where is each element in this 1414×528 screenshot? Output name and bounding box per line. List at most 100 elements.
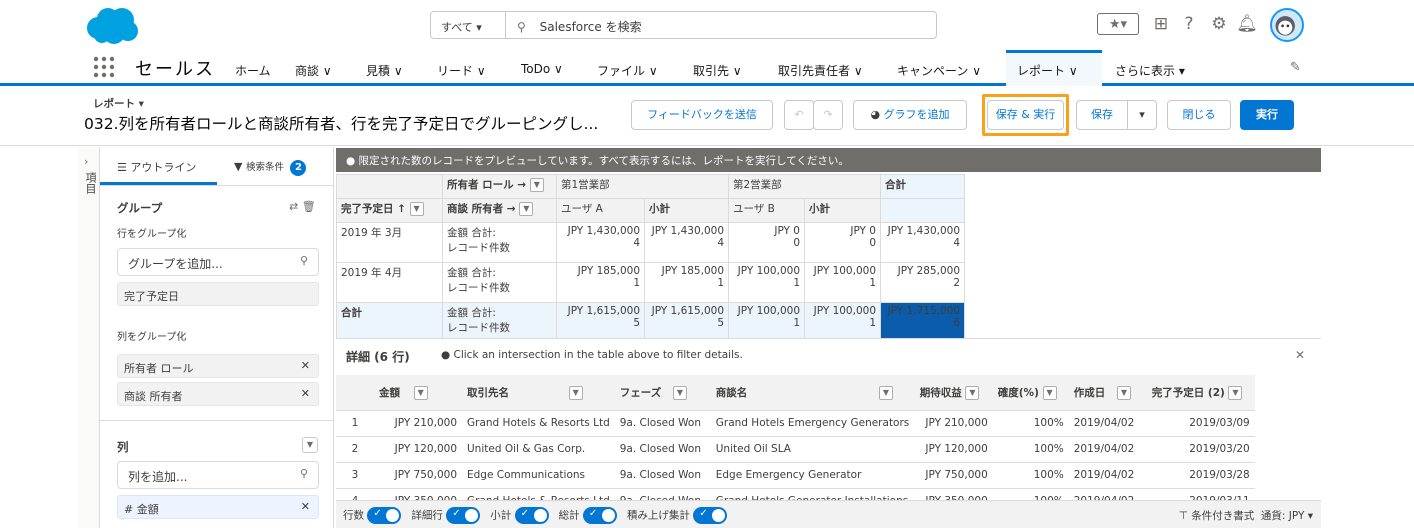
table-row[interactable]: 2019 年 3月 金額 合計: レコード件数 JPY 1,430,000 4 JP… bbox=[336, 222, 965, 263]
undo-button[interactable]: ↶ bbox=[784, 100, 814, 130]
cell[interactable]: JPY 285,000 2 bbox=[880, 262, 965, 303]
favorites-star-icon[interactable]: ★▾ bbox=[1097, 13, 1139, 35]
currency-select[interactable]: 通貨: JPY ▾ bbox=[1261, 510, 1313, 522]
selected-cell[interactable]: JPY 1,715,000 6 bbox=[880, 302, 965, 343]
chevron-down-icon[interactable]: ▼ bbox=[878, 385, 893, 400]
col-header-created[interactable]: 作成日 ▼ bbox=[1068, 375, 1147, 411]
tab-outline[interactable]: ☰ アウトライン bbox=[117, 159, 196, 175]
close-icon[interactable]: ✕ bbox=[301, 359, 310, 372]
nav-item-files[interactable]: ファイル ∨ bbox=[597, 62, 658, 79]
save-button[interactable]: 保存 bbox=[1076, 100, 1128, 130]
cell[interactable]: JPY 100,000 1 bbox=[728, 302, 805, 343]
nav-item-more[interactable]: さらに表示 ▾ bbox=[1115, 62, 1185, 79]
chevron-down-icon[interactable]: ▼ bbox=[1116, 385, 1131, 400]
nav-item-todo[interactable]: ToDo ∨ bbox=[521, 62, 563, 76]
fields-rail[interactable]: › 項目 bbox=[78, 147, 100, 528]
send-feedback-button[interactable]: フィードバックを送信 bbox=[631, 100, 773, 130]
col-header-account[interactable]: 取引先名 ▼ bbox=[462, 375, 615, 411]
table-row[interactable]: 3 JPY 750,000 Edge Communications 9a. Cl… bbox=[336, 462, 1255, 489]
user-avatar[interactable] bbox=[1270, 8, 1304, 42]
run-button[interactable]: 実行 bbox=[1240, 100, 1294, 130]
col-header-probability[interactable]: 確度(%) ▼ bbox=[992, 375, 1069, 411]
global-search-input[interactable]: ⚲ Salesforce を検索 bbox=[505, 11, 937, 39]
add-group-input[interactable]: グループを追加... ⚲ bbox=[117, 248, 319, 276]
setup-gear-icon[interactable]: ⚙ bbox=[1208, 13, 1230, 35]
cell-opportunity[interactable]: Grand Hotels Emergency Generators bbox=[710, 410, 915, 437]
help-icon[interactable]: ? bbox=[1178, 13, 1200, 35]
col-group-pill-role[interactable]: 所有者 ロール ✕ bbox=[117, 354, 319, 378]
chevron-down-icon[interactable]: ▼ bbox=[519, 202, 534, 216]
cell[interactable]: JPY 185,000 1 bbox=[644, 262, 729, 303]
cell-account[interactable]: United Oil & Gas Corp. bbox=[462, 436, 615, 463]
column-pill-amount[interactable]: # 金額 ✕ bbox=[117, 495, 319, 519]
nav-item-accounts[interactable]: 取引先 ∨ bbox=[693, 62, 742, 79]
stacked-toggle[interactable]: ✓ bbox=[693, 507, 728, 524]
col-group-pill-owner[interactable]: 商談 所有者 ✕ bbox=[117, 382, 319, 406]
nav-item-reports[interactable]: レポート ∨ bbox=[1017, 62, 1078, 79]
nav-item-campaigns[interactable]: キャンペーン ∨ bbox=[897, 62, 981, 79]
add-column-input[interactable]: 列を追加... ⚲ bbox=[117, 461, 319, 489]
chevron-down-icon[interactable]: ▼ bbox=[1228, 385, 1243, 400]
grand-total-toggle[interactable]: ✓ bbox=[582, 507, 617, 524]
cell[interactable]: JPY 100,000 1 bbox=[728, 262, 805, 303]
chevron-down-icon[interactable]: ▼ bbox=[529, 178, 544, 192]
chevron-down-icon[interactable]: ▼ bbox=[965, 385, 980, 400]
subtotal-toggle[interactable]: ✓ bbox=[514, 507, 549, 524]
detail-rows-toggle[interactable]: ✓ bbox=[446, 507, 481, 524]
cell[interactable]: JPY 185,000 1 bbox=[556, 262, 645, 303]
chevron-down-icon[interactable]: ▼ bbox=[413, 385, 428, 400]
cell-opportunity[interactable]: United Oil SLA bbox=[710, 436, 915, 463]
col-header-expected[interactable]: 期待収益 ▼ bbox=[914, 375, 993, 411]
cell[interactable]: JPY 100,000 1 bbox=[804, 262, 881, 303]
col-header-amount[interactable]: 金額 ▼ bbox=[374, 375, 462, 411]
conditional-format-link[interactable]: ⊤ 条件付き書式 bbox=[1179, 510, 1255, 522]
role-header[interactable]: 所有者 ロール → ▼ bbox=[442, 174, 557, 199]
row-count-toggle[interactable]: ✓ bbox=[367, 507, 402, 524]
tab-filters[interactable]: ▼ 検索条件 2 bbox=[234, 159, 307, 176]
close-button[interactable]: 閉じる bbox=[1167, 100, 1231, 130]
cell[interactable]: JPY 1,430,000 4 bbox=[556, 222, 645, 263]
nav-item-home[interactable]: ホーム bbox=[235, 62, 271, 79]
col-header-opportunity[interactable]: 商談名 ▼ bbox=[710, 375, 915, 411]
search-scope-select[interactable]: すべて ▾ bbox=[430, 11, 506, 39]
report-type-label[interactable]: レポート ▾ bbox=[93, 96, 144, 111]
add-plus-icon[interactable]: ⊞ bbox=[1150, 13, 1172, 35]
nav-item-quotes[interactable]: 見積 ∨ bbox=[366, 62, 403, 79]
notifications-bell-icon[interactable]: 🔔︎ bbox=[1236, 13, 1258, 35]
app-launcher-icon[interactable] bbox=[93, 56, 115, 78]
chevron-down-icon[interactable]: ▼ bbox=[672, 385, 687, 400]
owner-header[interactable]: 商談 所有者 → ▼ bbox=[442, 198, 557, 223]
table-row[interactable]: 2 JPY 120,000 United Oil & Gas Corp. 9a.… bbox=[336, 436, 1255, 463]
chevron-down-icon[interactable]: ▼ bbox=[409, 202, 424, 216]
cell-account[interactable]: Edge Communications bbox=[462, 462, 615, 489]
cell[interactable]: JPY 100,000 1 bbox=[804, 302, 881, 343]
cell[interactable]: JPY 1,615,000 5 bbox=[644, 302, 729, 343]
nav-item-leads[interactable]: リード ∨ bbox=[437, 62, 486, 79]
save-and-run-button[interactable]: 保存 & 実行 bbox=[987, 100, 1064, 130]
nav-item-contacts[interactable]: 取引先責任者 ∨ bbox=[778, 62, 863, 79]
cell[interactable]: JPY 00 bbox=[804, 222, 881, 263]
cell[interactable]: JPY 00 bbox=[728, 222, 805, 263]
cell[interactable]: JPY 1,430,000 4 bbox=[644, 222, 729, 263]
salesforce-logo[interactable] bbox=[84, 6, 140, 46]
columns-menu-chevron-icon[interactable]: ▼ bbox=[302, 437, 318, 453]
redo-button[interactable]: ↷ bbox=[813, 100, 843, 130]
chevron-down-icon[interactable]: ▼ bbox=[568, 385, 583, 400]
add-chart-button[interactable]: ◕ グラフを追加 bbox=[853, 100, 967, 130]
table-row[interactable]: 2019 年 4月 金額 合計: レコード件数 JPY 185,000 1 JPY … bbox=[336, 262, 965, 303]
grand-total-row[interactable]: 合計 金額 合計: レコード件数 JPY 1,615,000 5 JPY 1,615… bbox=[336, 302, 965, 343]
close-icon[interactable]: ✕ bbox=[301, 387, 310, 400]
cell-account[interactable]: Grand Hotels & Resorts Ltd bbox=[462, 410, 615, 437]
cell[interactable]: JPY 1,430,000 4 bbox=[880, 222, 965, 263]
close-icon[interactable]: ✕ bbox=[301, 500, 310, 513]
close-icon[interactable]: ✕ bbox=[1295, 348, 1305, 362]
edit-nav-pencil-icon[interactable]: ✎ bbox=[1290, 60, 1301, 75]
chevron-down-icon[interactable]: ▼ bbox=[1042, 385, 1057, 400]
col-header-stage[interactable]: フェーズ ▼ bbox=[614, 375, 711, 411]
row-group-pill[interactable]: 完了予定日 bbox=[117, 282, 319, 306]
cell[interactable]: JPY 1,615,000 5 bbox=[556, 302, 645, 343]
group-actions-icon[interactable]: ⇄ 🗑︎ bbox=[289, 200, 316, 213]
row-group-header[interactable]: 完了予定日 ↑ ▼ bbox=[336, 198, 443, 223]
col-header-close[interactable]: 完了予定日 (2) ▼ bbox=[1146, 375, 1255, 411]
cell-opportunity[interactable]: Edge Emergency Generator bbox=[710, 462, 915, 489]
